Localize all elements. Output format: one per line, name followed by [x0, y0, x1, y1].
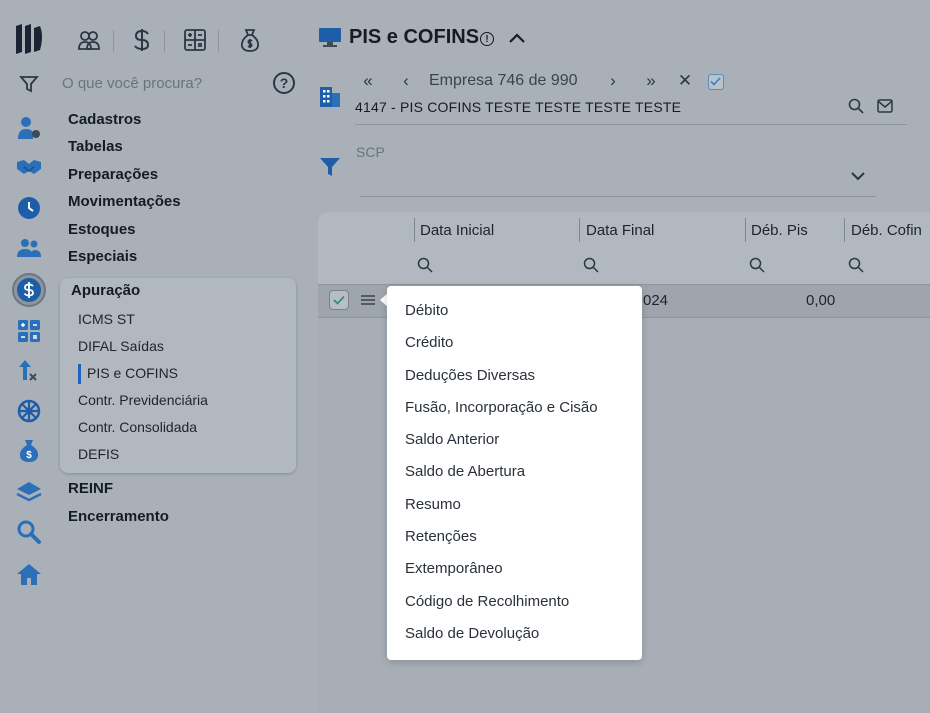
menu-item-fusao-incorporacao-cisao[interactable]: Fusão, Incorporação e Cisão: [405, 399, 598, 416]
menu-cadastros[interactable]: Cadastros: [68, 111, 141, 128]
col-deb-cofins[interactable]: Déb. Cofin: [851, 222, 922, 239]
submenu-contr-previdenciaria[interactable]: Contr. Previdenciária: [78, 392, 208, 408]
divider: [218, 30, 219, 52]
money-bag-blue-icon[interactable]: $: [14, 437, 44, 465]
next-page-button[interactable]: ›: [604, 70, 622, 92]
menu-encerramento[interactable]: Encerramento: [68, 508, 169, 525]
dollar-icon[interactable]: [128, 26, 156, 54]
menu-item-saldo-devolucao[interactable]: Saldo de Devolução: [405, 625, 539, 642]
search-icon[interactable]: [848, 257, 864, 273]
company-name: 4147 - PIS COFINS TESTE TESTE TESTE TEST…: [355, 99, 682, 115]
menu-especiais[interactable]: Especiais: [68, 248, 137, 265]
menu-item-saldo-abertura[interactable]: Saldo de Abertura: [405, 463, 525, 480]
home-icon[interactable]: [14, 560, 44, 588]
search-icon[interactable]: [417, 257, 433, 273]
mail-icon[interactable]: [877, 99, 893, 113]
menu-item-resumo[interactable]: Resumo: [405, 496, 461, 513]
menu-item-debito[interactable]: Débito: [405, 302, 448, 319]
col-deb-pis[interactable]: Déb. Pis: [751, 222, 808, 239]
column-divider: [579, 218, 580, 242]
search-icon[interactable]: [848, 98, 864, 114]
last-page-button[interactable]: »: [641, 70, 661, 92]
submenu-pis-cofins[interactable]: PIS e COFINS: [87, 365, 178, 381]
menu-item-deducoes-diversas[interactable]: Deduções Diversas: [405, 367, 535, 384]
divider: [164, 30, 165, 52]
menu-item-credito[interactable]: Crédito: [405, 334, 453, 351]
people-icon[interactable]: [14, 234, 44, 262]
row-checkbox[interactable]: [329, 290, 349, 310]
filter-icon[interactable]: [18, 73, 40, 95]
column-divider: [745, 218, 746, 242]
cell-data-final: 024: [643, 292, 669, 309]
info-icon[interactable]: !: [480, 32, 494, 46]
column-divider: [414, 218, 415, 242]
menu-preparacoes[interactable]: Preparações: [68, 166, 158, 183]
chevron-down-icon[interactable]: [849, 168, 867, 184]
users-icon[interactable]: [75, 26, 103, 54]
help-icon[interactable]: ?: [273, 72, 295, 94]
clock-icon[interactable]: [14, 194, 44, 222]
col-data-final[interactable]: Data Final: [586, 222, 654, 239]
submenu-difal-saidas[interactable]: DIFAL Saídas: [78, 338, 164, 354]
chevron-up-icon[interactable]: [506, 28, 528, 48]
select-checkbox[interactable]: [708, 74, 724, 90]
first-page-button[interactable]: «: [358, 70, 378, 92]
search-icon[interactable]: [749, 257, 765, 273]
search-icon[interactable]: [583, 257, 599, 273]
menu-apuracao[interactable]: Apuração: [71, 282, 140, 299]
layers-icon[interactable]: [14, 478, 44, 506]
menu-item-extemporaneo[interactable]: Extemporâneo: [405, 560, 503, 577]
menu-item-codigo-recolhimento[interactable]: Código de Recolhimento: [405, 593, 569, 610]
active-indicator: [78, 364, 81, 384]
divider: [113, 30, 114, 52]
menu-tabelas[interactable]: Tabelas: [68, 138, 123, 155]
app-logo-icon[interactable]: [14, 22, 46, 56]
submenu-icms-st[interactable]: ICMS ST: [78, 311, 135, 327]
menu-movimentacoes[interactable]: Movimentações: [68, 193, 181, 210]
col-data-inicial[interactable]: Data Inicial: [420, 222, 494, 239]
scp-select[interactable]: [360, 196, 876, 197]
handshake-icon[interactable]: [14, 153, 44, 181]
search-blue-icon[interactable]: [14, 518, 44, 546]
funnel-icon: [320, 158, 340, 176]
menu-reinf[interactable]: REINF: [68, 480, 113, 497]
page-title: PIS e COFINS: [349, 26, 480, 48]
empresa-counter: Empresa 746 de 990: [429, 72, 578, 89]
submenu-defis[interactable]: DEFIS: [78, 446, 119, 462]
search-input[interactable]: [62, 72, 262, 94]
divider: [355, 124, 907, 125]
scp-label: SCP: [356, 144, 385, 160]
cell-deb-pis: 0,00: [806, 292, 836, 309]
calculator-blue-icon[interactable]: [14, 317, 44, 345]
network-icon[interactable]: [14, 397, 44, 425]
close-icon[interactable]: ✕: [676, 70, 694, 92]
menu-item-retencoes[interactable]: Retenções: [405, 528, 477, 545]
prev-page-button[interactable]: ‹: [397, 70, 415, 92]
user-settings-icon[interactable]: [14, 114, 44, 142]
hamburger-menu-icon[interactable]: [360, 294, 376, 306]
upload-chart-icon[interactable]: [14, 357, 44, 385]
svg-text:$: $: [26, 450, 32, 461]
monitor-icon: [319, 28, 341, 47]
menu-item-saldo-anterior[interactable]: Saldo Anterior: [405, 431, 499, 448]
calculator-icon[interactable]: [181, 26, 209, 54]
building-icon: [320, 87, 340, 107]
dollar-circle-icon[interactable]: [12, 273, 46, 307]
submenu-contr-consolidada[interactable]: Contr. Consolidada: [78, 419, 197, 435]
menu-estoques[interactable]: Estoques: [68, 221, 136, 238]
money-bag-icon[interactable]: [236, 26, 264, 54]
column-divider: [844, 218, 845, 242]
